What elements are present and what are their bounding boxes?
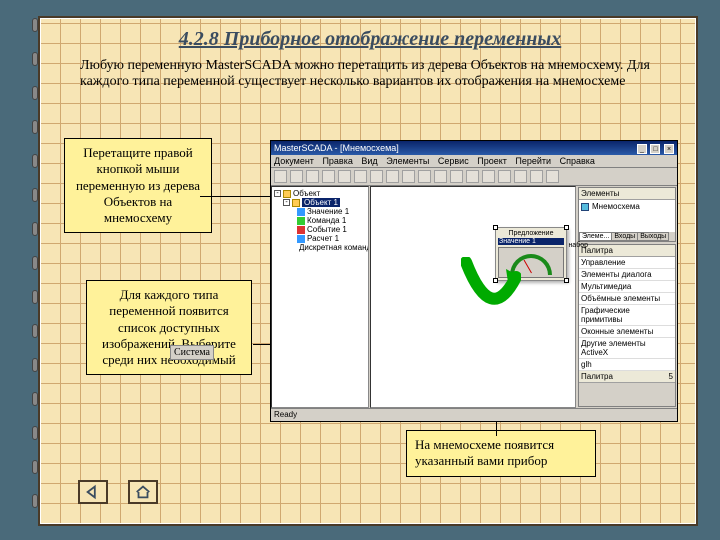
connector-line	[200, 196, 280, 197]
menu-item[interactable]: Документ	[274, 156, 314, 166]
tree-label-selected: Объект 1	[302, 198, 340, 207]
toolbar-button[interactable]	[402, 170, 415, 183]
list-item[interactable]: Оконные элементы	[579, 326, 675, 338]
maximize-button[interactable]: □	[650, 144, 660, 154]
toolbar-button[interactable]	[546, 170, 559, 183]
panel-body[interactable]: Мнемосхема	[579, 200, 675, 232]
slide-title: 4.2.8 Приборное отображение переменных	[80, 28, 660, 51]
tabs[interactable]: Элеме... Входы Выходы	[579, 232, 675, 241]
elements-panel: Элементы Мнемосхема Элеме... Входы Выход…	[578, 187, 676, 242]
list-item[interactable]: Другие элементы ActiveX	[579, 338, 675, 359]
palette-footer: Палитра 5	[579, 371, 675, 383]
menu-item[interactable]: Сервис	[438, 156, 469, 166]
right-pane: Элементы Мнемосхема Элеме... Входы Выход…	[577, 186, 677, 408]
toolbar-button[interactable]	[386, 170, 399, 183]
menubar[interactable]: Документ Правка Вид Элементы Сервис Прое…	[271, 155, 677, 168]
toolbar-button[interactable]	[338, 170, 351, 183]
expand-icon[interactable]: -	[274, 190, 281, 197]
tab[interactable]: Входы	[611, 232, 638, 241]
slide-intro: Любую переменную MasterSCADA можно перет…	[80, 58, 660, 90]
tree-row[interactable]: Значение 1	[273, 207, 367, 216]
list-item[interactable]: glh	[579, 359, 675, 371]
close-button[interactable]: ×	[664, 144, 674, 154]
list-item[interactable]: Графические примитивы	[579, 305, 675, 326]
footer-value: 5	[669, 372, 673, 381]
home-button[interactable]	[128, 480, 158, 504]
tree-row[interactable]: Дискретная команда	[273, 243, 367, 252]
footer-label: Палитра	[581, 372, 613, 381]
toolbar-button[interactable]	[466, 170, 479, 183]
toolbar-button[interactable]	[434, 170, 447, 183]
list-item-label: Мнемосхема	[592, 202, 640, 211]
folder-icon	[283, 190, 291, 198]
var-icon	[297, 226, 305, 234]
tree-row[interactable]: Команда 1	[273, 216, 367, 225]
tree-row[interactable]: - Объект	[273, 189, 367, 198]
drag-arrow-icon	[461, 257, 521, 327]
menu-item[interactable]: Вид	[361, 156, 377, 166]
minimize-button[interactable]: _	[637, 144, 647, 154]
toolbar-button[interactable]	[530, 170, 543, 183]
titlebar: MasterSCADA - [Мнемосхема] _ □ ×	[271, 141, 677, 155]
system-label: Система	[170, 345, 214, 360]
toolbar-button[interactable]	[482, 170, 495, 183]
toolbar-button[interactable]	[370, 170, 383, 183]
client-area: - Объект - Объект 1 Значение 1 Команда 1…	[271, 186, 677, 408]
list-item[interactable]: Управление	[579, 257, 675, 269]
toolbar-button[interactable]	[290, 170, 303, 183]
popup-header: Предложение	[498, 230, 564, 237]
var-icon	[297, 235, 305, 243]
palette-panel: Палитра Управление Элементы диалога Муль…	[578, 244, 676, 407]
tree-row[interactable]: - Объект 1	[273, 198, 367, 207]
menu-item[interactable]: Элементы	[386, 156, 429, 166]
mnemo-icon	[581, 203, 589, 211]
panel-header: Элементы	[579, 188, 675, 200]
popup-side: набор	[568, 242, 588, 249]
toolbar	[271, 168, 677, 186]
folder-icon	[292, 199, 300, 207]
slide-nav	[78, 480, 158, 504]
toolbar-button[interactable]	[354, 170, 367, 183]
tree-row[interactable]: Расчет 1	[273, 234, 367, 243]
toolbar-button[interactable]	[306, 170, 319, 183]
menu-item[interactable]: Перейти	[515, 156, 551, 166]
tree-label: Расчет 1	[307, 234, 339, 243]
callout-2: Для каждого типа переменной появится спи…	[86, 280, 252, 375]
tree-row[interactable]: Событие 1	[273, 225, 367, 234]
callout-3: На мнемосхеме появится указанный вами пр…	[406, 430, 596, 477]
menu-item[interactable]: Проект	[477, 156, 507, 166]
popup-selected[interactable]: Значение 1	[498, 238, 564, 245]
tree-label: Событие 1	[307, 225, 347, 234]
toolbar-button[interactable]	[418, 170, 431, 183]
tab[interactable]: Выходы	[637, 232, 669, 241]
tree-label: Дискретная команда	[299, 243, 369, 252]
tree-label: Объект	[293, 189, 320, 198]
toolbar-button[interactable]	[450, 170, 463, 183]
tree-label: Команда 1	[307, 216, 346, 225]
expand-icon[interactable]: -	[283, 199, 290, 206]
menu-item[interactable]: Справка	[560, 156, 595, 166]
toolbar-button[interactable]	[274, 170, 287, 183]
app-window: MasterSCADA - [Мнемосхема] _ □ × Докумен…	[270, 140, 678, 422]
mnemo-canvas[interactable]: Предложение Значение 1 набор	[370, 186, 576, 408]
window-controls: _ □ ×	[636, 143, 674, 154]
var-icon	[297, 217, 305, 225]
list-item[interactable]: Объёмные элементы	[579, 293, 675, 305]
palette-list[interactable]: Управление Элементы диалога Мультимедиа …	[579, 257, 675, 371]
toolbar-button[interactable]	[514, 170, 527, 183]
callout-1: Перетащите правой кнопкой мыши переменну…	[64, 138, 212, 233]
var-icon	[297, 208, 305, 216]
panel-header: Палитра	[579, 245, 675, 257]
tree-label: Значение 1	[307, 207, 349, 216]
statusbar: Ready	[271, 408, 677, 421]
toolbar-button[interactable]	[322, 170, 335, 183]
toolbar-button[interactable]	[498, 170, 511, 183]
tab[interactable]: Элеме...	[579, 232, 612, 241]
prev-button[interactable]	[78, 480, 108, 504]
tree-pane[interactable]: - Объект - Объект 1 Значение 1 Команда 1…	[271, 186, 369, 408]
list-item[interactable]: Элементы диалога	[579, 269, 675, 281]
list-item[interactable]: Мультимедиа	[579, 281, 675, 293]
window-title: MasterSCADA - [Мнемосхема]	[274, 143, 399, 153]
menu-item[interactable]: Правка	[322, 156, 352, 166]
